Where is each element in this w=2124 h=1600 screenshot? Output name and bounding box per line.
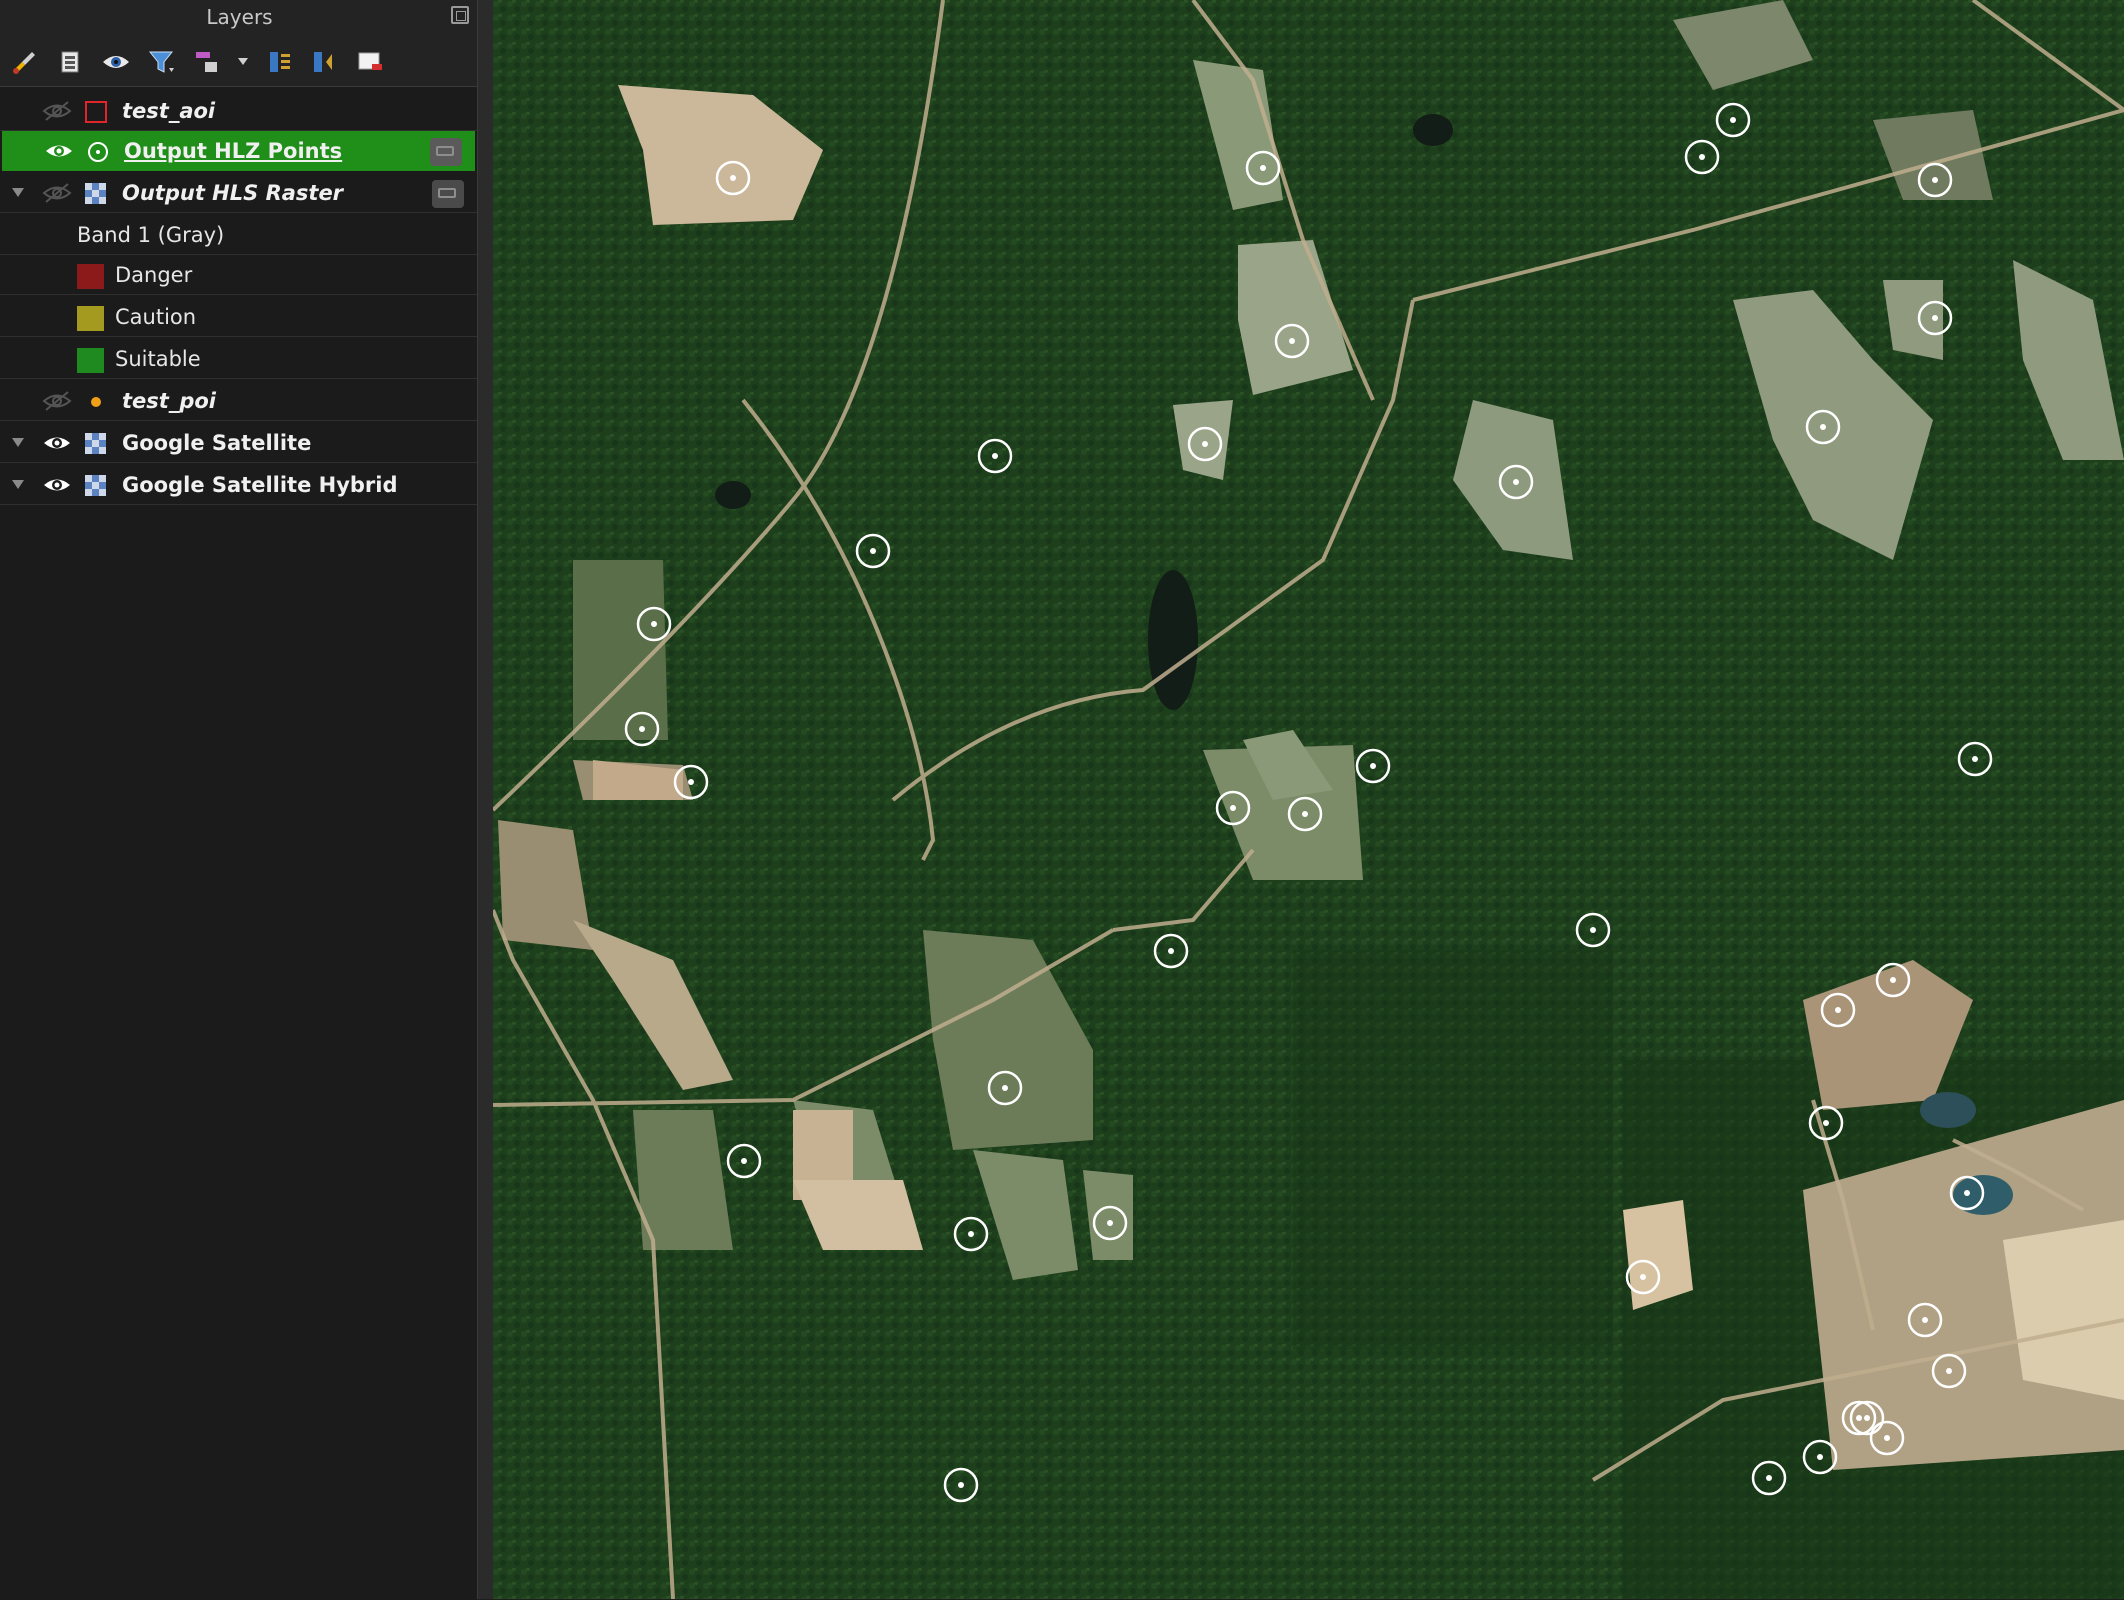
visible-eye-icon[interactable] [42, 137, 76, 165]
band-label: Band 1 (Gray) [77, 223, 225, 247]
layers-panel: Layers test_aoi Output HLZ Points Output… [0, 0, 479, 1600]
layer-name: Output HLS Raster [122, 181, 344, 205]
hidden-eye-icon[interactable] [40, 387, 74, 415]
legend-item-suitable[interactable]: Suitable [0, 339, 477, 379]
embedded-widget-icon[interactable] [430, 138, 462, 166]
visible-eye-icon[interactable] [40, 471, 74, 499]
legend-label: Caution [115, 305, 197, 329]
legend-label: Suitable [115, 347, 201, 371]
band-label-row: Band 1 (Gray) [0, 215, 477, 255]
map-canvas[interactable] [493, 0, 2124, 1599]
panel-title: Layers [206, 5, 273, 29]
filter-legend-icon[interactable] [146, 46, 178, 78]
layer-row-google-satellite-hybrid[interactable]: Google Satellite Hybrid [0, 465, 477, 505]
panel-splitter[interactable] [477, 0, 494, 1599]
legend-item-danger[interactable]: Danger [0, 255, 477, 295]
layer-name: Google Satellite [122, 431, 312, 455]
poi-dot-icon [83, 389, 109, 415]
filter-expression-icon[interactable] [192, 46, 224, 78]
expand-arrow-icon[interactable] [12, 188, 24, 197]
collapse-all-icon[interactable] [308, 46, 340, 78]
layers-toolbar [0, 40, 479, 82]
legend-label: Danger [115, 263, 193, 287]
visible-eye-icon[interactable] [40, 429, 74, 457]
style-manager-icon[interactable] [8, 46, 40, 78]
hidden-eye-icon[interactable] [40, 179, 74, 207]
raster-icon [83, 181, 109, 207]
embedded-widget-icon[interactable] [432, 180, 464, 208]
layer-row-google-satellite[interactable]: Google Satellite [0, 423, 477, 463]
layer-name: test_poi [122, 389, 216, 413]
suitable-swatch [77, 348, 104, 373]
layer-row-test-aoi[interactable]: test_aoi [0, 91, 477, 131]
layer-name: test_aoi [122, 99, 216, 123]
float-panel-icon[interactable] [451, 6, 469, 24]
polygon-icon [83, 99, 109, 125]
danger-swatch [77, 264, 104, 289]
manage-visibility-icon[interactable] [100, 46, 132, 78]
hidden-eye-icon[interactable] [40, 97, 74, 125]
layer-row-output-hls-raster[interactable]: Output HLS Raster [0, 173, 477, 213]
layer-tree: test_aoi Output HLZ Points Output HLS Ra… [0, 86, 477, 1600]
layer-name: Output HLZ Points [124, 139, 343, 163]
expand-arrow-icon[interactable] [12, 480, 24, 489]
remove-layer-icon[interactable] [354, 46, 386, 78]
satellite-imagery [493, 0, 2124, 1599]
add-group-icon[interactable] [54, 46, 86, 78]
caution-swatch [77, 306, 104, 331]
filter-dropdown-icon[interactable] [238, 58, 248, 65]
expand-arrow-icon[interactable] [12, 438, 24, 447]
layer-row-output-hlz-points[interactable]: Output HLZ Points [2, 131, 475, 171]
raster-icon [83, 473, 109, 499]
expand-all-icon[interactable] [264, 46, 296, 78]
point-icon [85, 139, 111, 165]
raster-icon [83, 431, 109, 457]
legend-item-caution[interactable]: Caution [0, 297, 477, 337]
layer-row-test-poi[interactable]: test_poi [0, 381, 477, 421]
layer-name: Google Satellite Hybrid [122, 473, 398, 497]
